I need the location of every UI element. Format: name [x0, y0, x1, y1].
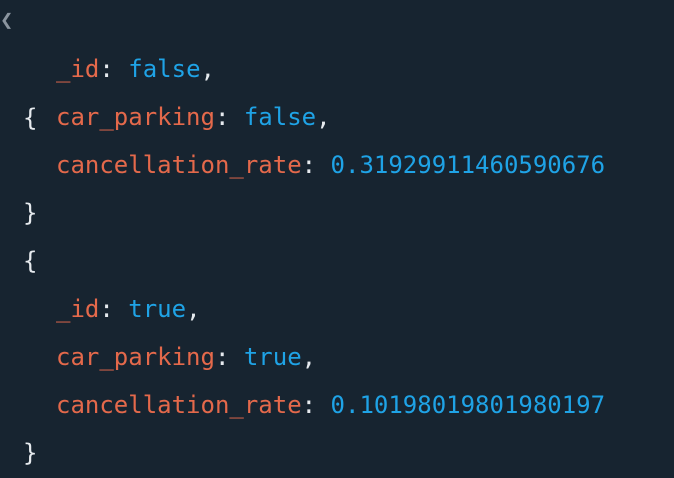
field-key: _id [56, 55, 100, 83]
field-key: _id [56, 295, 100, 323]
document-1-field-id: _id: false, [56, 55, 215, 83]
field-key: cancellation_rate [56, 151, 302, 179]
document-1-close-brace: } [23, 199, 38, 227]
field-key: car_parking [56, 103, 215, 131]
document-2-open-line: { [23, 237, 37, 285]
document-2-close-line: } [23, 429, 37, 477]
chevron-left-icon[interactable]: ❮ [0, 0, 14, 46]
field-key: cancellation_rate [56, 391, 302, 419]
field-value: true [243, 343, 302, 371]
field-key: car_parking [56, 343, 215, 371]
field-value: true [128, 295, 187, 323]
document-1-open-line: ❮ { [0, 0, 60, 132]
field-value: false [243, 103, 317, 131]
document-1-close-line: } [23, 189, 37, 237]
field-value: false [128, 55, 201, 83]
document-2-field-id: _id: true, [56, 295, 201, 323]
document-1-field-cancellation-rate: cancellation_rate: 0.31929911460590676 [56, 151, 606, 179]
document-2-close-brace: } [23, 439, 38, 467]
field-value: 0.10198019801980197 [330, 391, 606, 419]
document-2-open-brace: { [23, 247, 38, 275]
field-value: 0.31929911460590676 [330, 151, 606, 179]
document-1-open-brace: { [23, 104, 38, 132]
document-1-field-car-parking: car_parking: false, [56, 103, 331, 131]
json-result-viewer: ❮ { _id: false, car_parking: false, canc… [0, 0, 674, 478]
document-2-field-car-parking: car_parking: true, [56, 343, 317, 371]
document-2-field-cancellation-rate: cancellation_rate: 0.10198019801980197 [56, 391, 606, 419]
